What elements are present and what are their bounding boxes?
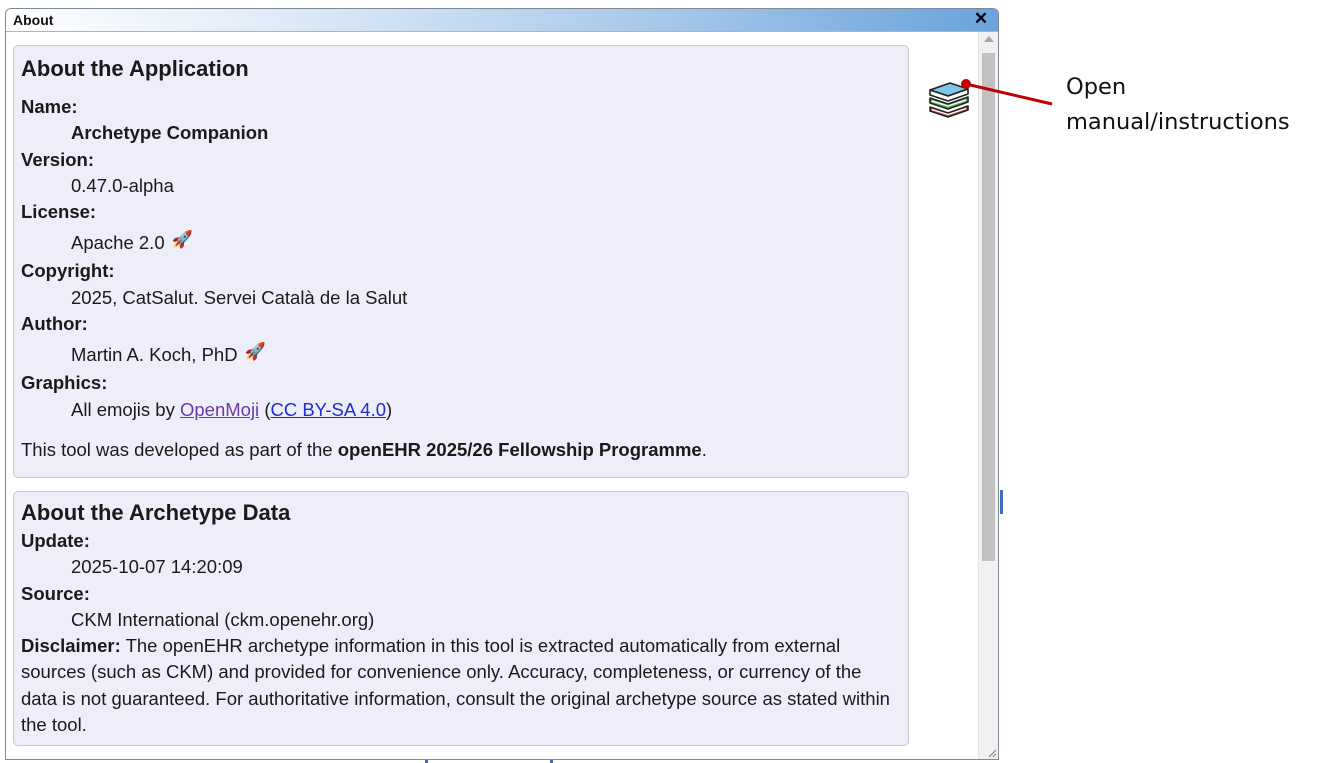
application-details: Name: Archetype Companion Version: 0.47.…: [21, 94, 901, 423]
license-row: Apache 2.0 🚀: [71, 225, 901, 258]
about-application-heading: About the Application: [21, 56, 249, 81]
books-icon: [929, 82, 969, 118]
graphics-row: All emojis by OpenMoji (CC BY-SA 4.0): [71, 397, 901, 423]
rocket-icon[interactable]: 🚀: [172, 225, 193, 255]
update-value: 2025-10-07 14:20:09: [71, 556, 243, 578]
scroll-up-arrow-icon[interactable]: [984, 36, 994, 42]
screenshot-stage: About ✕ About the Application Name: Arch…: [0, 0, 1326, 763]
name-label: Name:: [21, 96, 78, 117]
copyright-value: 2025, CatSalut. Servei Català de la Salu…: [71, 286, 408, 308]
scrollbar-thumb[interactable]: [982, 53, 995, 561]
openmoji-link[interactable]: OpenMoji: [180, 399, 259, 420]
close-paren: ): [386, 398, 393, 420]
author-label: Author:: [21, 313, 88, 335]
background-artifact: [1000, 490, 1003, 514]
source-value: CKM International (ckm.openehr.org): [71, 608, 375, 630]
app-name: Archetype Companion: [71, 122, 269, 144]
author-row: Martin A. Koch, PhD 🚀: [71, 337, 901, 370]
graphics-prefix: All emojis by: [71, 398, 175, 420]
open-manual-button[interactable]: [926, 80, 972, 118]
resize-grip-icon[interactable]: [985, 746, 997, 758]
graphics-label: Graphics:: [21, 372, 108, 394]
cc-by-sa-link[interactable]: CC BY-SA 4.0: [270, 399, 386, 420]
about-data-heading: About the Archetype Data: [21, 500, 291, 525]
title-bar[interactable]: About ✕: [6, 9, 998, 32]
about-application-panel: About the Application Name: Archetype Co…: [13, 45, 909, 478]
disclaimer-text: The openEHR archetype information in thi…: [21, 635, 890, 736]
about-archetype-data-panel: About the Archetype Data Update: 2025-10…: [13, 491, 909, 746]
copyright-label: Copyright:: [21, 260, 115, 282]
credit-prefix: This tool was developed as part of the: [21, 438, 333, 460]
version-value: 0.47.0-alpha: [71, 174, 174, 196]
about-dialog: About ✕ About the Application Name: Arch…: [5, 8, 999, 760]
name-value: Archetype Companion: [71, 120, 901, 146]
data-details: Update: 2025-10-07 14:20:09 Source: CKM …: [21, 528, 901, 633]
window-title: About: [13, 12, 54, 28]
dialog-content: About the Application Name: Archetype Co…: [6, 32, 979, 759]
license-label: License:: [21, 201, 97, 223]
disclaimer: Disclaimer: The openEHR archetype inform…: [21, 633, 901, 738]
vertical-scrollbar[interactable]: [978, 32, 998, 759]
disclaimer-label: Disclaimer:: [21, 635, 121, 657]
fellowship-credit: This tool was developed as part of the o…: [21, 437, 901, 463]
version-label: Version:: [21, 148, 94, 170]
credit-suffix: .: [701, 438, 707, 460]
credit-programme: openEHR 2025/26 Fellowship Programme: [337, 438, 702, 460]
author-value: Martin A. Koch, PhD: [71, 344, 238, 366]
license-value: Apache 2.0: [71, 232, 165, 254]
close-icon[interactable]: ✕: [973, 10, 989, 27]
update-label: Update:: [21, 530, 90, 551]
source-label: Source:: [21, 582, 90, 604]
rocket-icon[interactable]: 🚀: [245, 337, 266, 367]
callout-label: Open manual/instructions: [1066, 74, 1290, 135]
